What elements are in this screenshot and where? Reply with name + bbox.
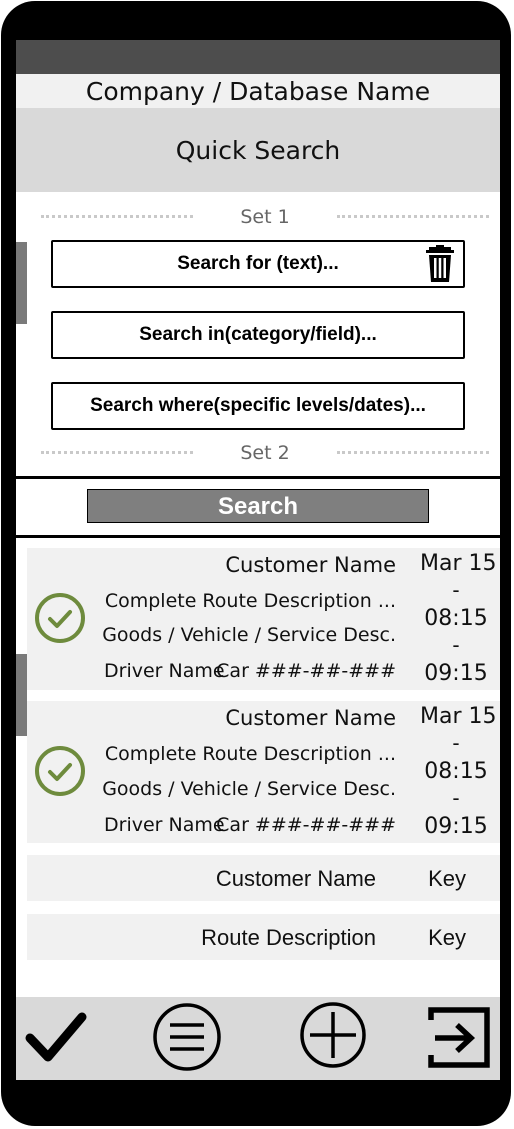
goods-description: Goods / Vehicle / Service Desc. (102, 778, 396, 800)
search-for-label: Search for (text)... (177, 253, 339, 274)
check-circle-icon (35, 746, 85, 796)
separator-line (16, 535, 500, 538)
add-icon[interactable] (296, 997, 370, 1080)
dash-separator: - (452, 578, 460, 602)
search-where-input[interactable]: Search where(specific levels/dates)... (51, 382, 465, 430)
set1-divider: Set 1 (41, 206, 489, 228)
quick-search-header: Quick Search (16, 108, 500, 192)
trash-icon[interactable] (425, 245, 455, 283)
status-bar (16, 40, 500, 74)
check-circle-icon (35, 593, 85, 643)
car-plate: Car ###-##-### (216, 660, 396, 682)
customer-name: Customer Name (225, 553, 396, 577)
scroll-handle[interactable] (16, 242, 27, 324)
search-in-label: Search in(category/field)... (139, 324, 377, 345)
result-card[interactable]: Customer Name Complete Route Description… (27, 701, 500, 843)
dash-separator: - (452, 786, 460, 810)
goods-description: Goods / Vehicle / Service Desc. (102, 624, 396, 646)
dash-separator: - (452, 731, 460, 755)
divider-line (337, 451, 489, 454)
route-description: Complete Route Description ... (104, 590, 396, 612)
phone-frame: Company / Database Name Quick Search Set… (1, 1, 511, 1126)
search-where-label: Search where(specific levels/dates)... (90, 395, 426, 416)
result-date: Mar 15 (420, 551, 497, 576)
route-description: Route Description (201, 925, 376, 950)
result-row-simple[interactable]: Route Description Key (27, 914, 500, 960)
driver-name: Driver Name (104, 660, 225, 682)
driver-name: Driver Name (104, 814, 225, 836)
company-title: Company / Database Name (16, 74, 500, 108)
app-screen: Company / Database Name Quick Search Set… (16, 40, 500, 1080)
result-card[interactable]: Customer Name Complete Route Description… (27, 548, 500, 690)
menu-icon[interactable] (150, 997, 224, 1080)
customer-name: Customer Name (215, 866, 376, 891)
separator-line (16, 476, 500, 479)
exit-icon[interactable] (421, 997, 495, 1080)
time-end: 09:15 (424, 661, 488, 686)
time-start: 08:15 (424, 759, 488, 784)
route-description: Complete Route Description ... (104, 743, 396, 765)
bottom-nav-bar (16, 997, 500, 1080)
result-key: Key (428, 925, 466, 950)
result-key: Key (428, 866, 466, 891)
results-scroll-handle[interactable] (16, 654, 27, 736)
divider-line (337, 215, 489, 218)
car-plate: Car ###-##-### (216, 814, 396, 836)
set2-divider: Set 2 (41, 442, 489, 464)
search-in-input[interactable]: Search in(category/field)... (51, 311, 465, 359)
checkmark-icon[interactable] (24, 997, 92, 1080)
result-row-simple[interactable]: Customer Name Key (27, 855, 500, 901)
customer-name: Customer Name (225, 706, 396, 730)
time-start: 08:15 (424, 606, 488, 631)
dash-separator: - (452, 633, 460, 657)
result-date: Mar 15 (420, 704, 497, 729)
time-end: 09:15 (424, 814, 488, 839)
search-for-input[interactable]: Search for (text)... (51, 240, 465, 288)
search-button[interactable]: Search (87, 489, 429, 523)
